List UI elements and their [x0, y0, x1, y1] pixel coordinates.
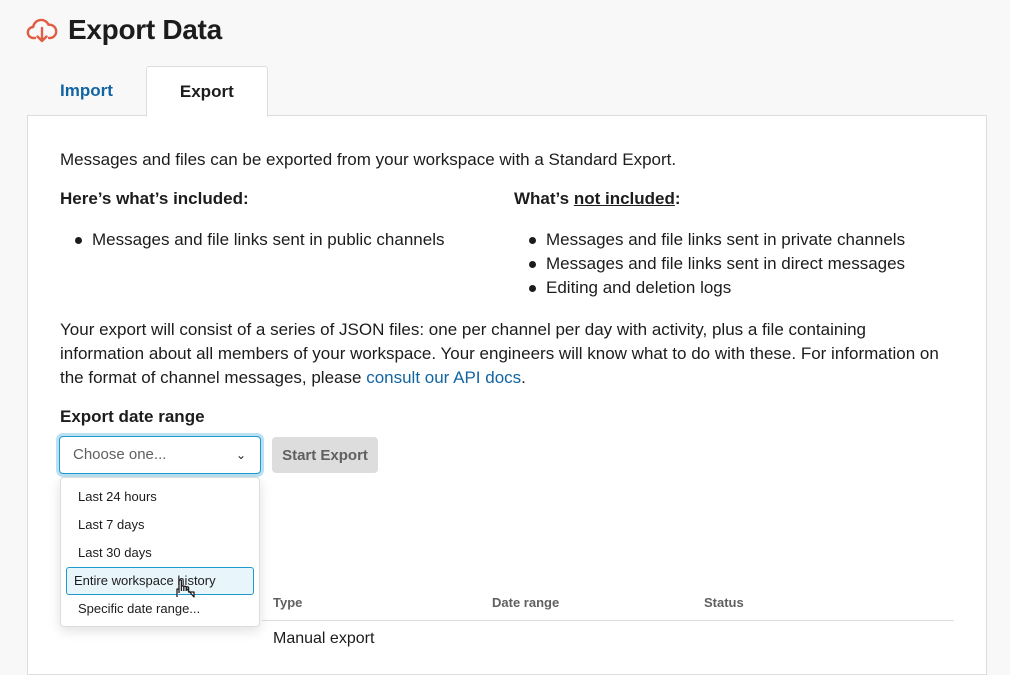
option-last-24-hours[interactable]: Last 24 hours	[66, 483, 254, 511]
page-header: Export Data	[26, 14, 222, 46]
option-specific-range[interactable]: Specific date range...	[66, 595, 254, 623]
option-entire-history[interactable]: Entire workspace history	[66, 567, 254, 595]
description-suffix: .	[521, 368, 526, 387]
hand-cursor-icon	[176, 579, 195, 598]
list-item: Messages and file links sent in direct m…	[514, 252, 905, 276]
chevron-down-icon: ⌄	[235, 448, 246, 462]
table-row: Manual export	[273, 630, 375, 647]
not-included-heading: What’s not included:	[514, 189, 681, 209]
api-docs-link[interactable]: consult our API docs	[366, 368, 521, 387]
tab-bar: Import Export	[27, 66, 268, 117]
list-item: Messages and file links sent in public c…	[60, 228, 444, 252]
intro-text: Messages and files can be exported from …	[60, 150, 677, 169]
page-title: Export Data	[68, 14, 222, 45]
start-export-button[interactable]: Start Export	[272, 437, 378, 473]
column-header-status: Status	[704, 595, 744, 610]
cloud-download-icon	[26, 18, 58, 43]
not-included-heading-suffix: :	[674, 189, 681, 208]
date-range-select[interactable]: Choose one... ⌄	[59, 436, 261, 474]
not-included-heading-prefix: What’s	[514, 189, 574, 208]
export-description: Your export will consist of a series of …	[60, 318, 940, 390]
included-list: Messages and file links sent in public c…	[60, 228, 444, 252]
column-header-type: Type	[273, 595, 303, 610]
list-item: Messages and file links sent in private …	[514, 228, 905, 252]
tab-export[interactable]: Export	[145, 66, 268, 117]
table-divider	[262, 620, 954, 621]
list-item: Editing and deletion logs	[514, 276, 905, 300]
included-heading: Here’s what’s included:	[60, 189, 249, 208]
select-placeholder: Choose one...	[73, 446, 167, 463]
option-last-30-days[interactable]: Last 30 days	[66, 539, 254, 567]
not-included-list: Messages and file links sent in private …	[514, 228, 905, 300]
not-included-heading-emph: not included	[573, 189, 675, 208]
date-range-dropdown: Last 24 hours Last 7 days Last 30 days E…	[60, 477, 260, 627]
option-last-7-days[interactable]: Last 7 days	[66, 511, 254, 539]
column-header-date-range: Date range	[492, 595, 560, 610]
date-range-label: Export date range	[60, 407, 205, 426]
tab-import[interactable]: Import	[27, 66, 146, 116]
